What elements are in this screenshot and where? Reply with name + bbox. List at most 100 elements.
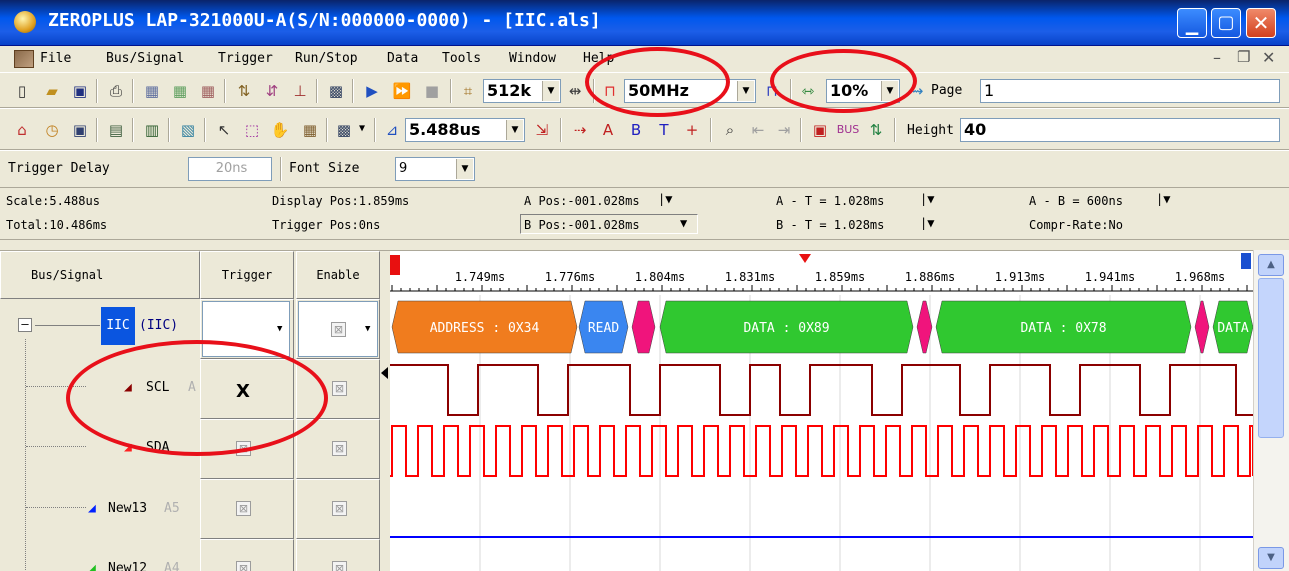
trigger-level-icon[interactable]: ⊥: [288, 79, 312, 103]
a-b-dropdown[interactable]: |▼: [1156, 192, 1170, 206]
bar-add-icon[interactable]: +: [680, 118, 704, 142]
close-button[interactable]: ✕: [1246, 8, 1276, 38]
trigger-rise-icon[interactable]: ⇅: [232, 79, 256, 103]
menu-bus-signal[interactable]: Bus/Signal: [106, 51, 184, 66]
ruler-label: 1.749ms: [455, 270, 506, 284]
menu-window[interactable]: Window: [509, 51, 556, 66]
select-cursor-icon[interactable]: ⬚: [240, 118, 264, 142]
bus-name-iic[interactable]: IIC: [101, 307, 135, 345]
trigger-checkbox-new12[interactable]: ⊠: [236, 561, 251, 571]
b-t-dropdown[interactable]: |▼: [920, 216, 934, 230]
calc-icon[interactable]: ▤: [104, 118, 128, 142]
signal-icon[interactable]: ▣: [808, 118, 832, 142]
save-icon[interactable]: ▣: [68, 79, 92, 103]
bar-a-icon[interactable]: A: [596, 118, 620, 142]
signal-name-new12[interactable]: New12: [108, 561, 147, 571]
measure-icon[interactable]: ▦: [298, 118, 322, 142]
bus-type-label: (IIC): [139, 318, 179, 333]
vertical-scrollbar[interactable]: ▲ ▼: [1253, 250, 1289, 571]
run-repeat-icon[interactable]: ⏩: [390, 79, 414, 103]
enable-checkbox-new13[interactable]: ⊠: [332, 501, 347, 516]
new-file-icon[interactable]: ▯: [10, 79, 34, 103]
chevron-down-icon: ▼: [737, 81, 754, 101]
bar-t-icon[interactable]: ⇢: [568, 118, 592, 142]
bus-signal-header[interactable]: Bus/Signal: [0, 251, 200, 299]
stop-icon[interactable]: ■: [420, 79, 444, 103]
splitter-handle-icon[interactable]: [381, 367, 388, 379]
mdi-close-icon[interactable]: ✕: [1262, 48, 1275, 67]
binoculars-icon[interactable]: ⌕: [718, 118, 742, 142]
chip-icon[interactable]: ▥: [140, 118, 164, 142]
trigger-setup-icon[interactable]: ▩: [324, 79, 348, 103]
a-t-readout: A - T = 1.028ms: [776, 194, 885, 208]
grid-icon[interactable]: ▩: [332, 118, 356, 142]
ruler-label: 1.776ms: [545, 270, 596, 284]
maximize-button[interactable]: ▢: [1211, 8, 1241, 38]
signal-channel-new13: A5: [164, 501, 180, 516]
trigger-header[interactable]: Trigger: [200, 251, 294, 299]
enable-checkbox-scl[interactable]: ⊠: [332, 381, 347, 396]
memory-icon: ⌗: [463, 82, 473, 100]
signal-name-new13[interactable]: New13: [108, 501, 147, 516]
bus-tool-icon-3[interactable]: ▦: [196, 79, 220, 103]
chevron-down-icon: ▼: [542, 81, 559, 101]
scroll-down-icon[interactable]: ▼: [1258, 547, 1284, 569]
height-input[interactable]: 40: [960, 118, 1280, 142]
cursor-a-marker[interactable]: [390, 255, 400, 275]
bus-tool-icon-1[interactable]: ▦: [140, 79, 164, 103]
mdi-minimize-icon[interactable]: –: [1213, 48, 1221, 67]
hand-icon[interactable]: ✋: [268, 118, 292, 142]
trigger-delay-input[interactable]: 20ns: [188, 157, 272, 181]
home-icon[interactable]: ⌂: [10, 118, 34, 142]
b-pos-dropdown-icon[interactable]: ▼: [680, 216, 687, 230]
waveform-area[interactable]: 1.749ms 1.776ms 1.804ms 1.831ms 1.859ms 1.886…: [390, 250, 1253, 571]
memory-depth-select[interactable]: 512k ▼: [483, 79, 561, 103]
pointer-icon[interactable]: ↖: [212, 118, 236, 142]
timer-icon[interactable]: ◷: [40, 118, 64, 142]
a-pos-dropdown[interactable]: |▼: [658, 192, 672, 206]
find-next-icon[interactable]: ⇥: [772, 118, 796, 142]
enable-checkbox-new12[interactable]: ⊠: [332, 561, 347, 571]
bus-enable-select[interactable]: ⊠ ▼: [298, 301, 378, 357]
menu-data[interactable]: Data: [387, 51, 418, 66]
swap-icon[interactable]: ⇅: [864, 118, 888, 142]
bar-t2-icon[interactable]: T: [652, 118, 676, 142]
collapse-icon[interactable]: –: [18, 318, 32, 332]
trigger-edge-icon[interactable]: ⇵: [260, 79, 284, 103]
bus-tool-icon-2[interactable]: ▦: [168, 79, 192, 103]
menu-file[interactable]: File: [40, 51, 71, 66]
waveform-canvas[interactable]: 1.749ms 1.776ms 1.804ms 1.831ms 1.859ms 1.886…: [390, 251, 1253, 571]
display-pos-readout: Display Pos:1.859ms: [272, 194, 410, 208]
bus-icon[interactable]: BUS: [836, 118, 860, 142]
chevron-down-icon: ▼: [277, 324, 283, 334]
menu-trigger[interactable]: Trigger: [218, 51, 273, 66]
ruler-label: 1.804ms: [635, 270, 686, 284]
enable-header[interactable]: Enable: [296, 251, 380, 299]
trigger-jump-icon[interactable]: ⇲: [530, 118, 554, 142]
scroll-thumb[interactable]: [1258, 278, 1284, 438]
cursor-b-marker[interactable]: [1241, 253, 1251, 269]
time-scale-select[interactable]: 5.488us ▼: [405, 118, 525, 142]
minimize-button[interactable]: ▁: [1177, 8, 1207, 38]
open-folder-icon[interactable]: ▰: [40, 79, 64, 103]
grid-dropdown-icon[interactable]: ▼: [359, 123, 365, 134]
menu-run-stop[interactable]: Run/Stop: [295, 51, 358, 66]
sda-waveform: [390, 425, 1253, 477]
a-t-dropdown[interactable]: |▼: [920, 192, 934, 206]
print-icon[interactable]: ⎙: [104, 79, 128, 103]
mdi-restore-icon[interactable]: ❐: [1237, 48, 1250, 66]
hardware-icon[interactable]: ▣: [68, 118, 92, 142]
menu-tools[interactable]: Tools: [442, 51, 481, 66]
scroll-up-icon[interactable]: ▲: [1258, 254, 1284, 276]
settings-icon[interactable]: ▧: [176, 118, 200, 142]
run-icon[interactable]: ▶: [360, 79, 384, 103]
memory-split-icon[interactable]: ⇹: [563, 79, 587, 103]
page-input[interactable]: 1: [980, 79, 1280, 103]
signal-channel-new12: A4: [164, 561, 180, 571]
enable-checkbox-sda[interactable]: ⊠: [332, 441, 347, 456]
bar-b-icon[interactable]: B: [624, 118, 648, 142]
time-ruler: 1.749ms 1.776ms 1.804ms 1.831ms 1.859ms 1.886…: [390, 254, 1253, 292]
trigger-checkbox-new13[interactable]: ⊠: [236, 501, 251, 516]
font-size-select[interactable]: 9 ▼: [395, 157, 475, 181]
find-prev-icon[interactable]: ⇤: [746, 118, 770, 142]
